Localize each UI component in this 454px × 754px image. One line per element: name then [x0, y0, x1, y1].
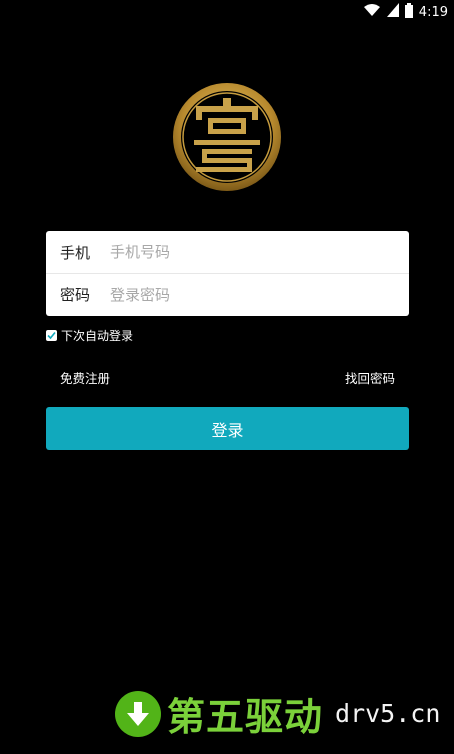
signal-icon	[386, 3, 399, 21]
login-button[interactable]: 登录	[46, 407, 409, 450]
check-icon	[47, 331, 56, 340]
forgot-password-link[interactable]: 找回密码	[345, 368, 395, 387]
auto-login-option[interactable]: 下次自动登录	[46, 327, 133, 344]
password-row: 密码	[46, 273, 409, 315]
password-label: 密码	[60, 286, 91, 304]
gold-seal-logo-icon	[172, 82, 282, 192]
password-input[interactable]	[108, 284, 362, 305]
watermark-text: 第五驱动	[167, 695, 324, 739]
phone-label: 手机	[60, 243, 91, 262]
login-form: 手机 密码	[46, 231, 409, 316]
phone-input[interactable]	[108, 242, 362, 262]
status-time: 4:19	[418, 4, 448, 20]
watermark-domain: drv5.cn	[335, 699, 441, 728]
watermark: 第五驱动 drv5.cn	[115, 686, 440, 741]
register-link[interactable]: 免费注册	[60, 368, 110, 387]
auto-login-label: 下次自动登录	[61, 329, 134, 343]
phone-row: 手机	[46, 231, 409, 273]
battery-icon	[404, 2, 413, 22]
account-links: 免费注册 找回密码	[60, 368, 395, 387]
status-bar: 4:19	[0, 0, 454, 24]
download-arrow-icon	[115, 690, 161, 737]
auto-login-checkbox[interactable]	[46, 330, 57, 341]
wifi-icon	[363, 3, 381, 21]
